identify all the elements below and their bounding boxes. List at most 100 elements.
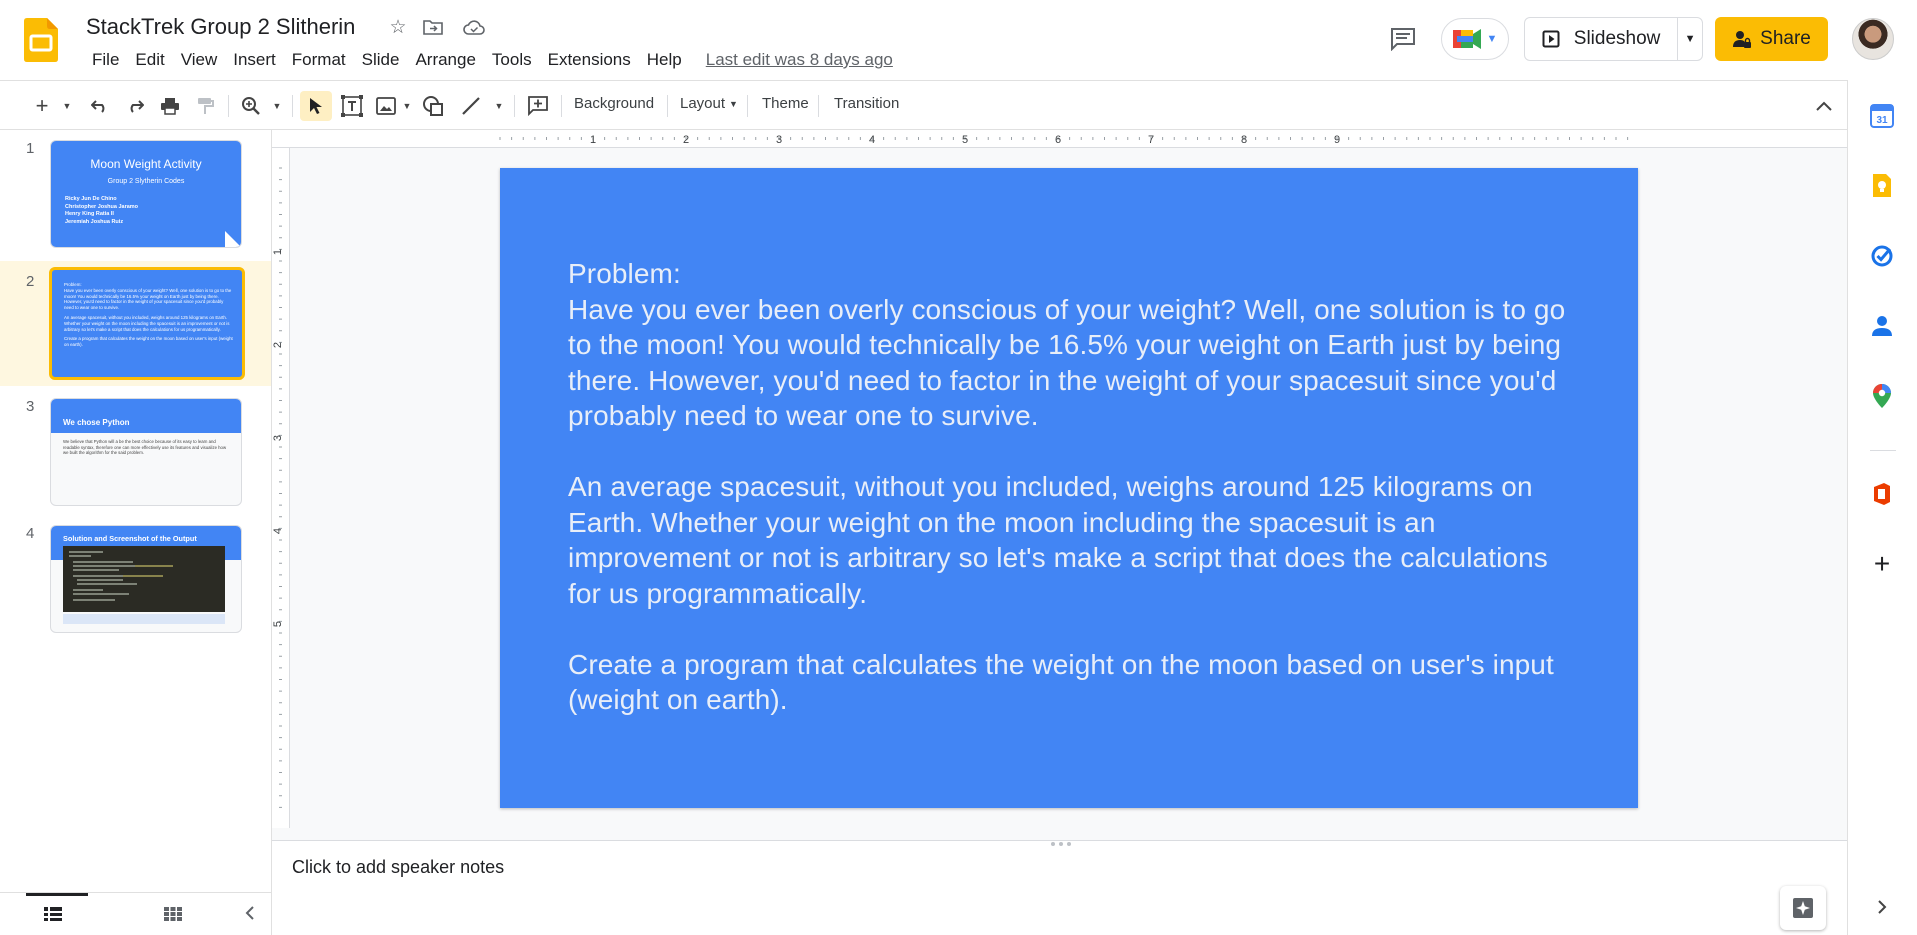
- ruler-tick-label: 6: [1055, 134, 1061, 146]
- slideshow-label: Slideshow: [1573, 28, 1661, 49]
- chevron-down-icon: ▼: [1486, 33, 1498, 45]
- notes-resize-handle[interactable]: [1047, 835, 1075, 846]
- office-icon[interactable]: [1868, 480, 1896, 508]
- slide-thumbnail[interactable]: Moon Weight Activity Group 2 Slytherin C…: [50, 140, 242, 248]
- menu-extensions[interactable]: Extensions: [540, 48, 639, 72]
- filmstrip-item[interactable]: 3 We chose Python We believe that Python…: [0, 388, 271, 510]
- image-dropdown-icon[interactable]: ▼: [401, 92, 413, 120]
- layout-dropdown-icon[interactable]: ▼: [729, 99, 738, 109]
- star-icon[interactable]: ☆: [386, 15, 410, 39]
- print-icon[interactable]: [158, 92, 182, 120]
- calendar-icon[interactable]: 31: [1868, 102, 1896, 130]
- app-header: StackTrek Group 2 Slitherin ☆ File Edit …: [0, 0, 1917, 80]
- grid-view-icon[interactable]: [164, 907, 182, 926]
- menu-help[interactable]: Help: [639, 48, 690, 72]
- side-panel: 31 +: [1847, 80, 1917, 935]
- filmstrip-item[interactable]: 1 Moon Weight Activity Group 2 Slytherin…: [0, 130, 271, 252]
- background-button[interactable]: Background: [574, 95, 654, 112]
- ruler-tick-label: 1: [272, 249, 284, 255]
- filmstrip-item[interactable]: 4 Solution and Screenshot of the Output: [0, 515, 271, 637]
- chevron-down-icon: ▼: [1684, 33, 1696, 45]
- slide-number: 1: [26, 140, 35, 157]
- ruler-tick-label: 3: [272, 435, 284, 441]
- share-label: Share: [1760, 28, 1811, 49]
- slide-paragraph: An average spacesuit, without you includ…: [568, 471, 1548, 609]
- thumb-body: Problem: Have you ever been overly consc…: [64, 282, 233, 348]
- slideshow-button[interactable]: Slideshow: [1525, 18, 1679, 60]
- speaker-notes[interactable]: Click to add speaker notes: [272, 840, 1847, 935]
- line-icon[interactable]: [459, 92, 483, 120]
- ruler-tick-label: 2: [272, 342, 284, 348]
- notes-placeholder[interactable]: Click to add speaker notes: [292, 857, 504, 878]
- thumb-title: We chose Python: [63, 418, 130, 427]
- image-icon[interactable]: [374, 92, 398, 120]
- slide-number: 4: [26, 525, 35, 542]
- thumb-subtitle: Group 2 Slytherin Codes: [107, 178, 185, 185]
- document-title[interactable]: StackTrek Group 2 Slitherin: [86, 14, 355, 40]
- keep-icon[interactable]: [1868, 172, 1896, 200]
- menu-slide[interactable]: Slide: [354, 48, 408, 72]
- collapse-filmstrip-icon[interactable]: [245, 905, 255, 926]
- thumb-title: Moon Weight Activity: [90, 157, 202, 171]
- menu-arrange[interactable]: Arrange: [407, 48, 483, 72]
- ruler-tick-label: 5: [962, 134, 968, 146]
- collapse-menus-icon[interactable]: [1812, 92, 1836, 120]
- list-view-icon[interactable]: [44, 907, 62, 926]
- thumb-names: Ricky Jun De Chino Christopher Joshua Ja…: [65, 196, 139, 225]
- thumb-body: We believe that Python will a be the bes…: [63, 439, 227, 456]
- last-edit-link[interactable]: Last edit was 8 days ago: [706, 50, 893, 70]
- explore-button[interactable]: [1780, 886, 1826, 930]
- shape-icon[interactable]: [420, 92, 446, 120]
- filmstrip-item-selected[interactable]: 2 Problem: Have you ever been overly con…: [0, 261, 271, 386]
- paint-format-icon[interactable]: [193, 92, 217, 120]
- insert-comment-icon[interactable]: [525, 92, 551, 120]
- slide-thumbnail[interactable]: We chose Python We believe that Python w…: [50, 398, 242, 506]
- transition-button[interactable]: Transition: [834, 95, 899, 112]
- avatar[interactable]: [1852, 18, 1894, 60]
- layout-button[interactable]: Layout: [680, 95, 725, 112]
- tasks-icon[interactable]: [1868, 242, 1896, 270]
- menu-tools[interactable]: Tools: [484, 48, 540, 72]
- code-screenshot-image: [63, 546, 225, 612]
- ruler-tick-label: 7: [1148, 134, 1154, 146]
- chevron-right-icon[interactable]: [1868, 893, 1896, 921]
- undo-icon[interactable]: [88, 92, 112, 120]
- move-folder-icon[interactable]: [421, 15, 445, 39]
- slide-text-box[interactable]: Problem: Have you ever been overly consc…: [568, 256, 1578, 718]
- menu-insert[interactable]: Insert: [225, 48, 284, 72]
- present-icon: [1542, 30, 1560, 48]
- zoom-dropdown-icon[interactable]: ▼: [270, 92, 284, 120]
- horizontal-ruler[interactable]: 1 2 3 4 5 6 7 8 9: [272, 130, 1847, 148]
- slides-logo-icon[interactable]: [24, 18, 58, 62]
- slide-number: 3: [26, 398, 35, 415]
- slide-thumbnail[interactable]: Solution and Screenshot of the Output: [50, 525, 242, 633]
- new-slide-icon[interactable]: +: [30, 92, 54, 120]
- meet-button[interactable]: ▼: [1441, 18, 1509, 60]
- redo-icon[interactable]: [123, 92, 147, 120]
- zoom-icon[interactable]: [239, 92, 263, 120]
- menu-view[interactable]: View: [173, 48, 226, 72]
- contacts-icon[interactable]: [1868, 312, 1896, 340]
- maps-icon[interactable]: [1868, 382, 1896, 410]
- add-icon[interactable]: +: [1868, 548, 1896, 579]
- slide-canvas[interactable]: Problem: Have you ever been overly consc…: [500, 168, 1638, 808]
- slide-thumbnail[interactable]: Problem: Have you ever been overly consc…: [49, 267, 245, 380]
- menu-edit[interactable]: Edit: [127, 48, 172, 72]
- slide-paragraph: Create a program that calculates the wei…: [568, 648, 1554, 716]
- share-button[interactable]: Share: [1715, 17, 1828, 61]
- vertical-ruler[interactable]: 1 2 3 4 5: [272, 148, 290, 828]
- menu-file[interactable]: File: [84, 48, 127, 72]
- thumb-title: Solution and Screenshot of the Output: [63, 534, 197, 543]
- line-dropdown-icon[interactable]: ▼: [493, 92, 505, 120]
- select-tool-icon[interactable]: [300, 91, 332, 121]
- text-box-icon[interactable]: [339, 92, 365, 120]
- new-slide-dropdown-icon[interactable]: ▼: [60, 92, 74, 120]
- cloud-saved-icon[interactable]: [462, 15, 486, 39]
- theme-button[interactable]: Theme: [762, 95, 809, 112]
- filmstrip-footer: [0, 892, 271, 935]
- menu-format[interactable]: Format: [284, 48, 354, 72]
- comment-icon: [1391, 28, 1415, 51]
- slide-editor: 1 2 3 4 5 6 7 8 9 1 2 3 4 5 Problem: Have you ever b…: [272, 130, 1847, 840]
- comment-history-button[interactable]: [1383, 22, 1423, 56]
- slideshow-options-button[interactable]: ▼: [1678, 18, 1702, 60]
